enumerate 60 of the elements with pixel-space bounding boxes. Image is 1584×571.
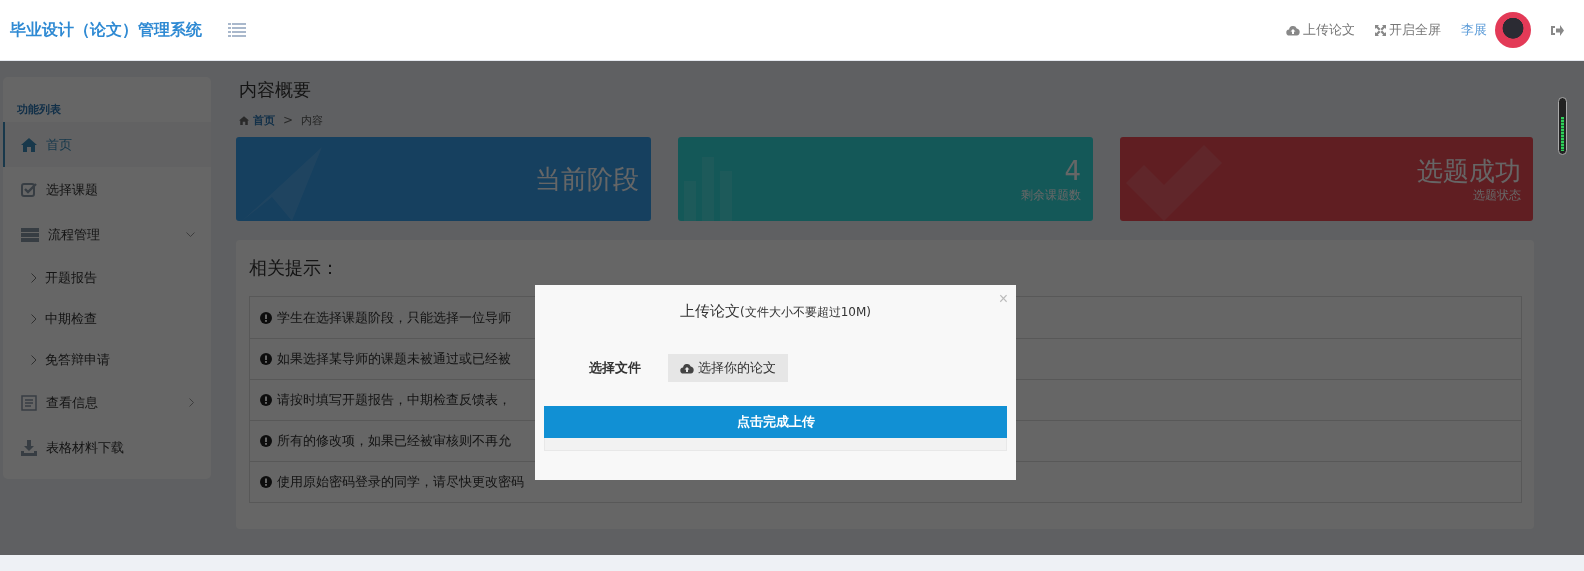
tip-text: 如果选择某导师的课题未被通过或已经被 — [277, 350, 511, 368]
menu-icon[interactable] — [228, 23, 246, 37]
card-label: 选题状态 — [1473, 186, 1521, 204]
page-title: 内容概要 — [238, 78, 312, 102]
sidebar-item[interactable]: 查看信息 — [3, 380, 211, 425]
alert-icon — [260, 435, 272, 447]
chevron-down-icon — [186, 231, 195, 238]
form-icon — [21, 394, 37, 411]
choose-file-button[interactable]: 选择你的论文 — [668, 354, 788, 382]
upload-link[interactable]: 上传论文 — [1286, 21, 1355, 39]
submit-upload-button[interactable]: 点击完成上传 — [544, 406, 1007, 438]
download-icon — [21, 439, 37, 456]
card-value: 当前阶段 — [535, 163, 639, 195]
chevron-right-icon — [31, 354, 37, 365]
alert-icon — [260, 353, 272, 365]
level-meter-icon — [1558, 97, 1567, 155]
app-title: 毕业设计（论文）管理系统 — [10, 19, 202, 41]
submenu-item[interactable]: 中期检查 — [3, 298, 211, 339]
breadcrumb-separator: > — [283, 113, 294, 127]
close-button[interactable]: × — [998, 290, 1008, 308]
logout-icon[interactable] — [1551, 24, 1564, 36]
chevron-right-icon — [189, 398, 195, 407]
card-value: 4 — [1064, 154, 1081, 187]
alert-icon — [260, 394, 272, 406]
tip-text: 所有的修改项，如果已经被审核则不再允 — [277, 432, 511, 450]
avatar[interactable] — [1495, 12, 1531, 48]
tip-text: 请按时填写开题报告，中期检查反馈表， — [277, 391, 511, 409]
cloud-upload-icon — [1286, 24, 1300, 36]
submenu-item[interactable]: 开题报告 — [3, 257, 211, 298]
fullscreen-link[interactable]: 开启全屏 — [1375, 21, 1441, 39]
server-icon — [21, 227, 39, 242]
sidebar-item[interactable]: 流程管理 — [3, 212, 211, 257]
submenu-item[interactable]: 免答辩申请 — [3, 339, 211, 380]
item-label: 表格材料下载 — [46, 438, 124, 457]
item-label: 查看信息 — [46, 393, 98, 412]
home-icon — [239, 115, 249, 125]
chevron-right-icon — [31, 272, 37, 283]
chevron-right-icon — [31, 313, 37, 324]
alert-icon — [260, 311, 272, 324]
tip-text: 使用原始密码登录的同学，请尽快更改密码 — [277, 473, 524, 491]
checkbox-icon — [21, 182, 37, 197]
panel-title: 相关提示： — [249, 256, 340, 280]
sidebar-item[interactable]: 表格材料下载 — [3, 425, 211, 470]
expand-icon — [1375, 24, 1386, 36]
home-icon — [21, 137, 37, 152]
item-label: 流程管理 — [48, 225, 100, 244]
card-value: 选题成功 — [1417, 154, 1521, 187]
item-label: 首页 — [46, 135, 72, 154]
item-label: 选择课题 — [46, 180, 98, 199]
card-label: 剩余课题数 — [1021, 186, 1081, 204]
sidebar-item[interactable]: 首页 — [3, 122, 211, 167]
field-label: 选择文件 — [589, 359, 641, 377]
user-name-link[interactable]: 李展 — [1461, 21, 1487, 39]
breadcrumb-current: 内容 — [301, 112, 324, 128]
dialog-title: 上传论文(文件大小不要超过10M) — [679, 302, 872, 322]
sidebar-heading: 功能列表 — [16, 102, 62, 118]
cloud-upload-icon — [680, 362, 694, 374]
alert-icon — [260, 476, 272, 488]
sidebar-item[interactable]: 选择课题 — [3, 167, 211, 212]
breadcrumb-link[interactable]: 首页 — [239, 112, 275, 128]
